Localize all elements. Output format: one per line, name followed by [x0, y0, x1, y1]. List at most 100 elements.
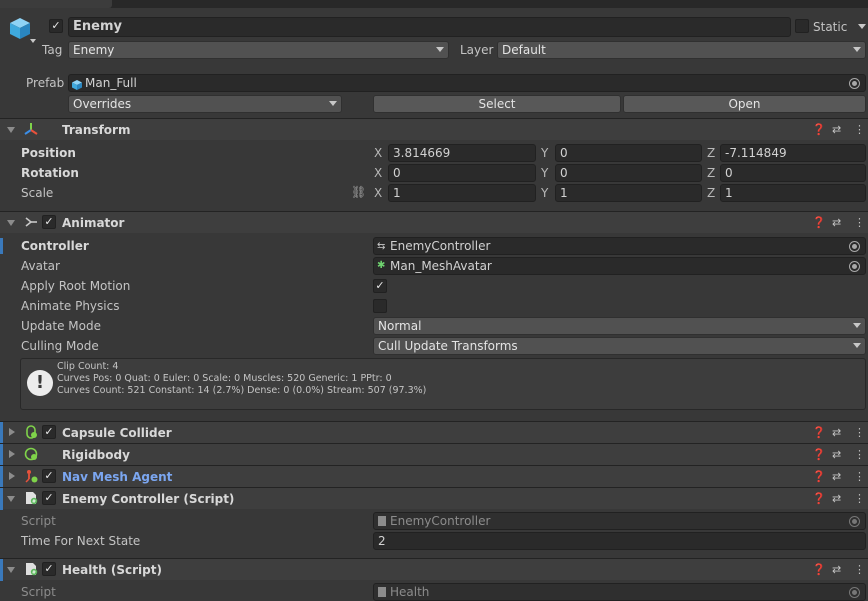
transform-header[interactable]: Transform ❓ ⇄ ⋮: [0, 118, 868, 140]
position-axis-x[interactable]: X: [374, 145, 382, 161]
help-icon[interactable]: ❓: [812, 562, 826, 578]
more-options-icon[interactable]: ⋮: [854, 491, 865, 507]
nav-mesh-agent-title[interactable]: Nav Mesh Agent: [62, 469, 172, 485]
icon-dropdown-arrow[interactable]: [30, 39, 36, 43]
tag-dropdown[interactable]: Enemy: [68, 41, 449, 59]
rotation-y-field[interactable]: 0: [555, 164, 702, 182]
position-x-field[interactable]: 3.814669: [388, 144, 536, 162]
more-options-icon[interactable]: ⋮: [854, 447, 865, 463]
object-picker-icon[interactable]: [849, 261, 860, 272]
enemy-controller-title: Enemy Controller (Script): [62, 492, 235, 506]
position-axis-z[interactable]: Z: [707, 145, 715, 161]
culling-mode-label: Culling Mode: [21, 339, 99, 353]
chevron-down-icon: [329, 101, 337, 106]
rigidbody-title: Rigidbody: [62, 448, 130, 462]
chevron-down-icon: [853, 323, 861, 328]
help-icon[interactable]: ❓: [812, 122, 826, 138]
prefab-open-button[interactable]: Open: [623, 95, 866, 113]
nav-mesh-agent-header[interactable]: ✓ Nav Mesh Agent ❓ ⇄ ⋮: [0, 465, 868, 488]
foldout-arrow-icon[interactable]: [9, 428, 15, 436]
position-z-field[interactable]: -7.114849: [720, 144, 866, 162]
enemy-controller-enabled-checkbox[interactable]: ✓: [42, 491, 56, 505]
rotation-axis-x[interactable]: X: [374, 165, 382, 181]
layer-dropdown[interactable]: Default: [497, 41, 866, 59]
more-options-icon[interactable]: ⋮: [854, 122, 865, 138]
foldout-arrow-icon[interactable]: [9, 450, 15, 458]
foldout-arrow-icon[interactable]: [9, 472, 15, 480]
presets-icon[interactable]: ⇄: [832, 425, 841, 441]
help-icon[interactable]: ❓: [812, 425, 826, 441]
position-axis-y[interactable]: Y: [541, 145, 548, 161]
enemy-controller-header[interactable]: # ✓ Enemy Controller (Script) ❓ ⇄ ⋮: [0, 487, 868, 510]
nav-mesh-agent-enabled-checkbox[interactable]: ✓: [42, 469, 56, 483]
culling-mode-dropdown[interactable]: Cull Update Transforms: [373, 337, 866, 355]
help-icon[interactable]: ❓: [812, 491, 826, 507]
avatar-field[interactable]: ✱ Man_MeshAvatar: [373, 257, 866, 275]
foldout-arrow-icon[interactable]: [7, 496, 15, 502]
health-enabled-checkbox[interactable]: ✓: [42, 562, 56, 576]
rotation-z-field[interactable]: 0: [720, 164, 866, 182]
prefab-value: Man_Full: [85, 76, 137, 90]
more-options-icon[interactable]: ⋮: [854, 215, 865, 231]
presets-icon[interactable]: ⇄: [832, 562, 841, 578]
prefab-select-button[interactable]: Select: [373, 95, 621, 113]
presets-icon[interactable]: ⇄: [832, 122, 841, 138]
animator-enabled-checkbox[interactable]: ✓: [42, 215, 56, 229]
static-checkbox[interactable]: [795, 19, 809, 33]
rotation-axis-z[interactable]: Z: [707, 165, 715, 181]
constrain-proportions-icon[interactable]: ⛓: [351, 185, 366, 199]
capsule-collider-header[interactable]: ✓ Capsule Collider ❓ ⇄ ⋮: [0, 421, 868, 444]
rigidbody-header[interactable]: Rigidbody ❓ ⇄ ⋮: [0, 443, 868, 466]
scale-axis-x[interactable]: X: [374, 185, 382, 201]
more-options-icon[interactable]: ⋮: [854, 562, 865, 578]
foldout-arrow-icon[interactable]: [7, 567, 15, 573]
gameobject-active-checkbox[interactable]: ✓: [49, 19, 63, 33]
scale-z-field[interactable]: 1: [720, 184, 866, 202]
help-icon[interactable]: ❓: [812, 447, 826, 463]
controller-field[interactable]: ⇆ EnemyController: [373, 237, 866, 255]
foldout-arrow-icon[interactable]: [7, 220, 15, 226]
scale-label: Scale: [21, 186, 54, 200]
scale-y-field[interactable]: 1: [555, 184, 702, 202]
animator-header[interactable]: ✓ Animator ❓ ⇄ ⋮: [0, 211, 868, 233]
position-y-field[interactable]: 0: [555, 144, 702, 162]
scale-axis-z[interactable]: Z: [707, 185, 715, 201]
help-icon[interactable]: ❓: [812, 215, 826, 231]
static-label: Static: [813, 20, 848, 34]
layer-value: Default: [502, 43, 546, 57]
avatar-label: Avatar: [21, 259, 60, 273]
health-header[interactable]: # ✓ Health (Script) ❓ ⇄ ⋮: [0, 558, 868, 581]
apply-root-motion-checkbox[interactable]: ✓: [373, 279, 387, 293]
gameobject-cube-icon: [8, 16, 32, 40]
more-options-icon[interactable]: ⋮: [854, 425, 865, 441]
object-picker-icon[interactable]: [849, 241, 860, 252]
animate-physics-checkbox[interactable]: [373, 299, 387, 313]
scale-axis-y[interactable]: Y: [541, 185, 548, 201]
capsule-collider-enabled-checkbox[interactable]: ✓: [42, 425, 56, 439]
foldout-arrow-icon[interactable]: [7, 127, 15, 133]
presets-icon[interactable]: ⇄: [832, 491, 841, 507]
help-icon[interactable]: ❓: [812, 469, 826, 485]
rotation-x-field[interactable]: 0: [388, 164, 536, 182]
inspector-tab[interactable]: [0, 0, 112, 8]
update-mode-dropdown[interactable]: Normal: [373, 317, 866, 335]
presets-icon[interactable]: ⇄: [832, 469, 841, 485]
overrides-dropdown[interactable]: Overrides: [68, 95, 342, 113]
info-icon: !: [27, 370, 53, 396]
static-dropdown-arrow[interactable]: [858, 24, 866, 29]
tag-label: Tag: [42, 43, 63, 57]
prefab-field[interactable]: Man_Full: [68, 74, 866, 92]
presets-icon[interactable]: ⇄: [832, 447, 841, 463]
gameobject-name-field[interactable]: Enemy: [68, 17, 791, 37]
time-for-next-state-field[interactable]: 2: [373, 532, 866, 550]
nav-mesh-agent-icon: [24, 469, 38, 483]
svg-text:#: #: [32, 499, 36, 505]
scale-x-field[interactable]: 1: [388, 184, 536, 202]
object-picker-icon[interactable]: [849, 78, 860, 89]
modified-accent-bar: [0, 444, 3, 466]
more-options-icon[interactable]: ⋮: [854, 469, 865, 485]
presets-icon[interactable]: ⇄: [832, 215, 841, 231]
modified-accent-bar: [0, 466, 3, 488]
rotation-axis-y[interactable]: Y: [541, 165, 548, 181]
avatar-icon: ✱: [377, 260, 386, 271]
